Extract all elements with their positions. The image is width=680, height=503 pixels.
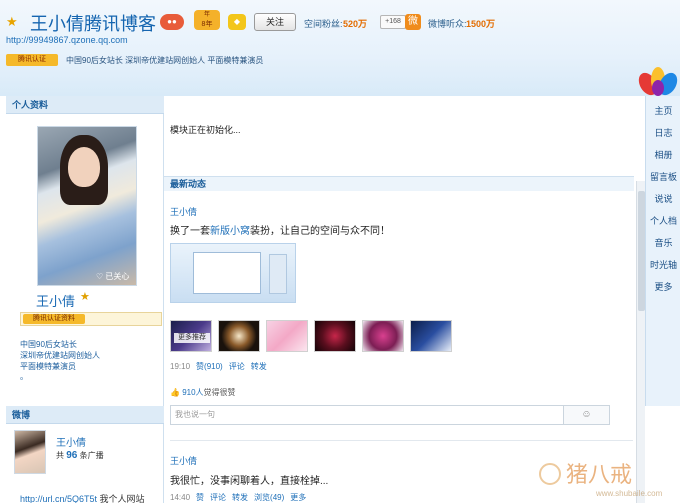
weibo-name[interactable]: 王小倩 xyxy=(56,434,86,449)
post-text: 我很忙，没事闲聊着人，直接栓掉... xyxy=(170,476,329,487)
post-author[interactable]: 王小倩 xyxy=(170,454,197,467)
weibo-listeners-label: 微博听众: xyxy=(428,19,467,29)
like-summary-text: 觉得很赞 xyxy=(203,388,236,397)
weibo-listeners-count: 1500万 xyxy=(466,19,496,29)
nav-profile[interactable]: 个人档 xyxy=(646,214,680,227)
star-icon: ★ xyxy=(80,291,90,303)
theme-thumbnail-4[interactable] xyxy=(314,320,356,352)
right-nav: 主页 日志 相册 留言板 说说 个人档 音乐 时光轴 更多 xyxy=(645,96,680,406)
profile-line-3: 平面模特兼演员 xyxy=(20,362,76,371)
year-badge-label: 8年 xyxy=(201,21,213,28)
verify-info-box: 腾讯认证资料 xyxy=(20,312,162,326)
post-text: 换了一套新版小窝装扮，让自己的空间与众不同！ xyxy=(170,222,390,237)
profile-line-1: 中国90后女站长 xyxy=(20,340,77,349)
nav-message-board[interactable]: 留言板 xyxy=(646,170,680,183)
scrollbar-thumb[interactable] xyxy=(638,191,645,311)
theme-thumbnail-2[interactable] xyxy=(218,320,260,352)
tencent-verify-badge[interactable]: 腾讯认证 xyxy=(6,54,58,66)
post-comment-link[interactable]: 评论 xyxy=(229,362,245,371)
like-summary-count[interactable]: 910人 xyxy=(182,388,203,397)
post-text-link[interactable]: 新版小窝 xyxy=(210,226,250,237)
weibo-count-suffix: 条广播 xyxy=(79,451,104,460)
weibo-post-link[interactable]: http://url.cn/5Q6T5t xyxy=(20,494,97,503)
theme-thumbnail-3[interactable] xyxy=(266,320,308,352)
theme-thumbnail-1[interactable]: 更多推荐 xyxy=(170,320,212,352)
post-like-link[interactable]: 赞 xyxy=(196,493,204,502)
weibo-avatar[interactable] xyxy=(14,430,46,474)
photo-face xyxy=(68,147,100,187)
blog-header: ★ 王小倩腾讯博客 http://99949867.qzone.qq.com ●… xyxy=(0,0,680,96)
plus-button[interactable]: +168 xyxy=(380,15,406,29)
theme-thumbnail-6[interactable] xyxy=(410,320,452,352)
weibo-count-number[interactable]: 96 xyxy=(66,450,77,461)
nav-blog[interactable]: 日志 xyxy=(646,126,680,139)
weibo-post: http://url.cn/5Q6T5t 我个人网站 xyxy=(20,492,145,503)
like-label: 赞 xyxy=(196,362,205,371)
post-share-link[interactable]: 转发 xyxy=(251,362,267,371)
nav-timeline[interactable]: 时光轴 xyxy=(646,258,680,271)
profile-name[interactable]: 王小倩 xyxy=(36,291,75,310)
screenshot-sidebar xyxy=(269,254,287,294)
profile-column: 个人资料 ♡ 已关心 王小倩 ★ 腾讯认证资料 中国90后女站长 深圳帝优建站网… xyxy=(6,96,164,406)
init-text: 模块正在初始化... xyxy=(170,125,241,135)
profile-photo[interactable]: ♡ 已关心 xyxy=(37,126,137,286)
watermark-url: www.shubaile.com xyxy=(595,489,663,498)
nav-album[interactable]: 相册 xyxy=(646,148,680,161)
theme-thumbnail-5[interactable] xyxy=(362,320,404,352)
watermark-logo: 猪八戒 www.shubaile.com xyxy=(539,463,663,498)
post-text-pre: 换了一套 xyxy=(170,226,210,237)
level-badge-icon[interactable]: ●● xyxy=(160,14,184,30)
post-meta: 14:40 赞评论 转发 浏览(49) 更多 xyxy=(170,492,306,503)
weibo-count-prefix: 共 xyxy=(56,451,64,460)
blog-url-link[interactable]: http://99949867.qzone.qq.com xyxy=(6,35,128,45)
fans-count: 520万 xyxy=(343,19,368,29)
post-text-post: 装扮，让自己的空间与众不同！ xyxy=(250,226,390,237)
profile-section-title: 个人资料 xyxy=(6,96,164,114)
weibo-post-text: 我个人网站 xyxy=(97,494,145,503)
photo-care-label[interactable]: ♡ 已关心 xyxy=(96,271,129,282)
profile-line-2: 深圳帝优建站网创始人 xyxy=(20,351,100,360)
blog-title[interactable]: 王小倩腾讯博客 xyxy=(30,10,156,36)
star-icon: ★ xyxy=(6,14,18,29)
nav-more[interactable]: 更多 xyxy=(646,280,680,293)
nav-shuoshuo[interactable]: 说说 xyxy=(646,192,680,205)
post-views-link[interactable]: 浏览(49) xyxy=(254,493,284,502)
nav-home[interactable]: 主页 xyxy=(646,104,680,117)
like-count: (910) xyxy=(204,362,223,371)
screenshot-window xyxy=(193,252,261,294)
post-divider xyxy=(170,440,633,441)
thumbs-up-icon: 👍 xyxy=(170,388,180,397)
weibo-section-title: 微博 xyxy=(6,406,164,424)
main-column: 模块正在初始化... 最新动态 王小倩 换了一套新版小窝装扮，让自己的空间与众不… xyxy=(164,96,645,503)
more-recommend-label[interactable]: 更多推荐 xyxy=(174,333,210,343)
post-time: 14:40 xyxy=(170,493,191,502)
qzone-flower-icon xyxy=(638,67,678,96)
post-screenshot-image[interactable] xyxy=(170,243,296,303)
watermark-text: 猪八戒 xyxy=(566,463,632,488)
verify-info-badge[interactable]: 腾讯认证资料 xyxy=(23,314,85,324)
like-summary: 👍 910人觉得很赞 xyxy=(170,387,236,398)
weibo-count: 共 96 条广播 xyxy=(56,450,104,461)
comment-input[interactable]: 我也说一句 xyxy=(170,405,564,425)
emoji-button-icon[interactable]: ☺ xyxy=(564,405,610,425)
year-badge[interactable]: 年 8年 xyxy=(194,10,220,30)
profile-line-4: 。 xyxy=(20,372,28,381)
post-share-link[interactable]: 转发 xyxy=(232,493,248,502)
post-time: 19:10 xyxy=(170,362,191,371)
follow-button[interactable]: 关注 xyxy=(254,13,296,31)
header-description: 中国90后女站长 深圳帝优建站网创始人 平面模特兼演员 xyxy=(66,56,264,65)
weibo-module: 微博 王小倩 共 96 条广播 http://url.cn/5Q6T5t 我个人… xyxy=(6,406,164,503)
post-like-link[interactable]: 赞(910) xyxy=(196,362,223,371)
diamond-vip-icon[interactable]: ◆ xyxy=(228,14,246,30)
post-meta: 19:10 赞(910) 评论 转发 xyxy=(170,361,267,372)
photo-care-text: 已关心 xyxy=(105,272,130,281)
fans-label: 空间粉丝: xyxy=(304,19,343,29)
weibo-icon[interactable]: 微 xyxy=(405,14,421,30)
nav-music[interactable]: 音乐 xyxy=(646,236,680,249)
post-comment-link[interactable]: 评论 xyxy=(210,493,226,502)
post-more-link[interactable]: 更多 xyxy=(290,493,306,502)
post-author[interactable]: 王小倩 xyxy=(170,205,197,218)
feed-section-title: 最新动态 xyxy=(164,176,634,191)
